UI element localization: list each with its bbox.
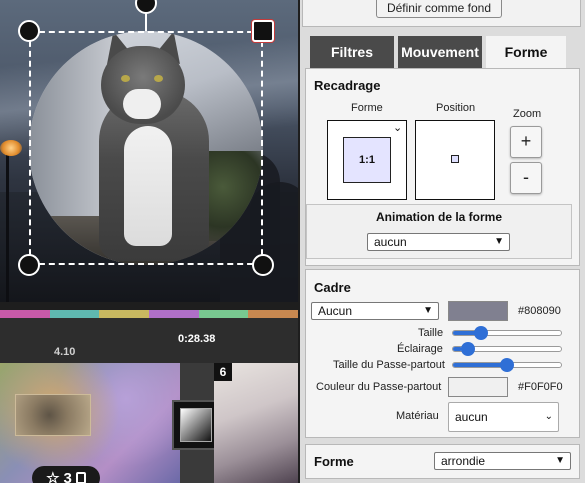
frame-color-hex: #808090 (518, 305, 561, 317)
rotate-handle[interactable] (135, 0, 157, 14)
eclairage-label: Éclairage (397, 343, 443, 355)
timeline-color-segment (198, 310, 249, 318)
resize-handle-top-left[interactable] (18, 20, 40, 42)
street-lamp (0, 140, 22, 156)
taille-slider-thumb[interactable] (474, 326, 488, 340)
chevron-down-icon: ▼ (423, 305, 433, 316)
frame-color-swatch[interactable] (448, 301, 508, 321)
timeline-color-segment (149, 310, 199, 318)
resize-handle-bottom-right[interactable] (252, 254, 274, 276)
chevron-down-icon[interactable]: ⌄ (393, 121, 402, 134)
resize-handle-bottom-left[interactable] (18, 254, 40, 276)
taille-label: Taille (418, 327, 444, 339)
passe-partout-size-label: Taille du Passe-partout (333, 359, 445, 371)
material-value: aucun (455, 410, 488, 424)
ratio-value: 1:1 (343, 137, 391, 183)
zoom-out-button[interactable]: - (510, 162, 542, 194)
zoom-in-button[interactable]: + (510, 126, 542, 158)
frame-type-select[interactable]: Aucun ▼ (311, 302, 439, 320)
frame-type-value: Aucun (318, 304, 353, 318)
timeline-color-segment (49, 310, 100, 318)
passe-partout-size-slider[interactable] (452, 358, 562, 372)
star-icon: ☆ (46, 470, 60, 483)
passe-partout-color-label: Couleur du Passe-partout (316, 381, 442, 393)
eclairage-slider-thumb[interactable] (461, 342, 475, 356)
material-select[interactable]: aucun ⌄ (448, 402, 559, 432)
timeline-color-strip (0, 310, 298, 318)
forme-shape-select[interactable]: arrondie ▼ (434, 452, 571, 470)
timeline-color-segment (0, 310, 50, 318)
passe-partout-size-slider-thumb[interactable] (500, 358, 514, 372)
timeline-clip[interactable] (214, 363, 298, 483)
recadrage-title: Recadrage (314, 78, 381, 93)
shape-animation-select[interactable]: aucun ▼ (367, 233, 510, 251)
position-label: Position (436, 102, 476, 114)
zoom-label: Zoom (513, 108, 542, 120)
transition-button[interactable] (172, 400, 220, 450)
clip-number-badge: 6 (214, 363, 232, 381)
chevron-down-icon: ▼ (555, 455, 565, 466)
passe-partout-color-swatch[interactable] (448, 377, 508, 397)
preview-and-timeline: 4.10 0:28.38 ☆ 3 6 (0, 0, 298, 483)
passe-partout-color-hex: #F0F0F0 (518, 381, 563, 393)
forme-title: Forme (314, 454, 354, 469)
crop-selection-box[interactable] (29, 31, 263, 265)
materiau-label: Matériau (396, 410, 439, 422)
current-time: 0:28.38 (178, 333, 216, 345)
passe-partout-size-slider-fill (453, 363, 507, 367)
forme-label: Forme (351, 102, 383, 114)
copy-icon (75, 472, 86, 483)
clip-rating-badge[interactable]: ☆ 3 (32, 466, 100, 483)
time-marker: 4.10 (54, 346, 76, 358)
clip-thumbnail (15, 394, 91, 436)
lamp-pole (6, 152, 9, 302)
eclairage-slider[interactable] (452, 342, 562, 356)
tab-mouvement[interactable]: Mouvement (398, 36, 482, 68)
position-indicator[interactable] (451, 155, 459, 163)
timeline-color-segment (99, 310, 150, 318)
tab-filtres[interactable]: Filtres (310, 36, 394, 68)
video-preview[interactable] (0, 0, 298, 302)
chevron-down-icon: ⌄ (544, 411, 553, 422)
shape-animation-value: aucun (374, 235, 407, 249)
resize-handle-top-right[interactable] (252, 20, 274, 42)
animation-title: Animation de la forme (375, 210, 503, 224)
cadre-title: Cadre (314, 280, 351, 295)
taille-slider[interactable] (452, 326, 562, 340)
timeline-color-segment (248, 310, 298, 318)
tab-forme[interactable]: Forme (486, 36, 566, 68)
chevron-down-icon: ▼ (494, 236, 504, 247)
clip-count: 3 (63, 469, 72, 483)
forme-shape-value: arrondie (441, 454, 486, 468)
set-as-background-button[interactable]: Définir comme fond (376, 0, 502, 18)
transition-gradient-icon (180, 408, 212, 442)
